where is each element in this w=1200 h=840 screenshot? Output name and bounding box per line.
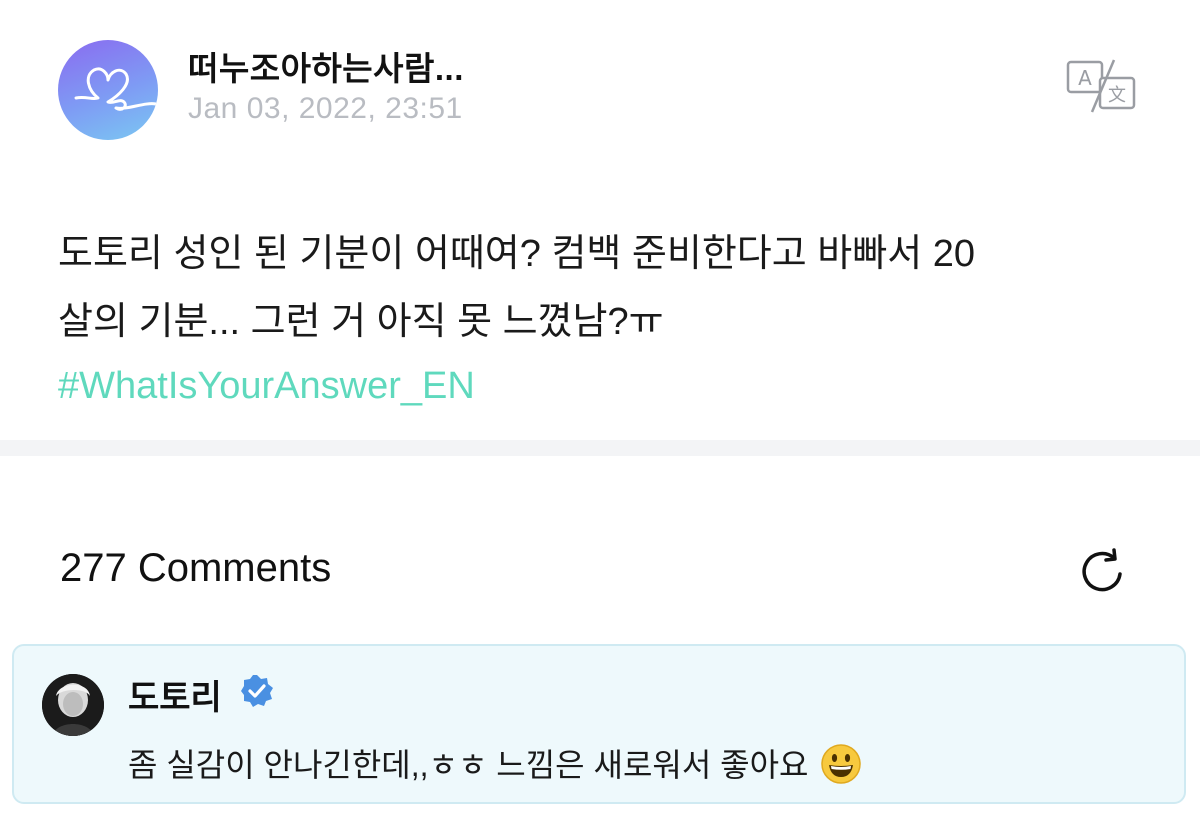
svg-text:文: 文 [1108,85,1126,106]
verified-check-icon [241,675,273,707]
comment-body: 좀 실감이 안나긴한데,,ㅎㅎ 느낌은 새로워서 좋아요 [128,747,809,783]
heart-logo-icon [74,67,158,111]
post-body-line: 살의 기분... 그런 거 아직 못 느꼈남?ㅠ [58,301,664,343]
post: 떠누조아하는사람... Jan 03, 2022, 23:51 A 文 도토리 … [0,0,1200,440]
grinning-face-icon [821,743,862,784]
commenter-avatar[interactable] [42,674,104,736]
comment-text: 좀 실감이 안나긴한데,,ㅎㅎ 느낌은 새로워서 좋아요 [128,740,862,789]
comments-header: 277 Comments [0,456,1200,640]
verified-badge-icon [240,674,274,708]
author-name[interactable]: 떠누조아하는사람... [188,42,464,90]
commenter-name[interactable]: 도토리 [128,670,222,719]
section-divider [0,440,1200,456]
post-body: 도토리 성인 된 기분이 어때여? 컴백 준비한다고 바빠서 20 살의 기분.… [58,220,1158,356]
translate-button[interactable]: A 文 [1062,56,1142,116]
profile-photo-icon [42,674,104,736]
refresh-icon [1082,548,1122,592]
comments-count: 277 Comments [60,546,332,590]
translate-icon: A 文 [1066,59,1136,113]
hashtag-link[interactable]: #WhatIsYourAnswer_EN [58,352,475,420]
grinning-face-emoji-icon [820,743,862,785]
post-body-line: 도토리 성인 된 기분이 어때여? 컴백 준비한다고 바빠서 20 [58,233,975,275]
post-timestamp: Jan 03, 2022, 23:51 [188,92,463,125]
refresh-button[interactable] [1074,544,1130,600]
comment-item[interactable]: 도토리 좀 실감이 안나긴한데,,ㅎㅎ 느낌은 새로워서 좋아요 [12,644,1186,804]
svg-text:A: A [1078,66,1092,90]
author-avatar[interactable] [58,40,158,140]
